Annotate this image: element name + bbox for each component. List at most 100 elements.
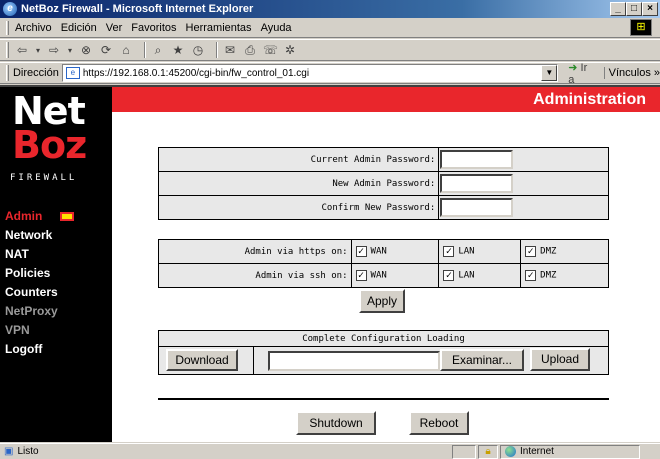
form-cell: ✓ LAN: [438, 263, 522, 288]
current-password-field[interactable]: [440, 150, 514, 169]
back-icon[interactable]: ⇦: [15, 43, 29, 57]
current-password-label: Current Admin Password:: [157, 147, 440, 172]
form-cell: [438, 147, 609, 172]
sidebar-item-vpn: VPN: [4, 321, 110, 340]
sidebar-item-label: VPN: [5, 323, 30, 337]
zone-label: LAN: [458, 270, 475, 281]
favorites-icon[interactable]: ★: [171, 43, 185, 57]
minimize-button[interactable]: _: [610, 2, 626, 16]
sidebar-item-label: Admin: [5, 209, 43, 223]
config-file-input[interactable]: [268, 350, 440, 371]
sidebar-item-label: Policies: [5, 266, 51, 280]
sidebar-item-label: Counters: [5, 285, 58, 299]
sidebar-item-counters[interactable]: Counters: [4, 283, 110, 302]
standard-toolbar: ⇦ ▾ ⇨ ▾ ⊗ ⟳ ⌂ ⌕ ★ ◷ ✉ ⎙ ☏ ✲: [0, 39, 660, 61]
https-wan-checkbox[interactable]: ✓: [355, 246, 367, 257]
upload-button[interactable]: Upload: [530, 348, 590, 371]
password-form: Current Admin Password: New Admin Passwo…: [157, 147, 609, 220]
forward-dropdown-icon[interactable]: ▾: [67, 46, 73, 55]
address-bar: Dirección e https://192.168.0.1:45200/cg…: [0, 61, 660, 86]
history-icon[interactable]: ◷: [191, 43, 205, 57]
form-cell: [438, 171, 609, 196]
address-label: Dirección: [12, 67, 59, 79]
page-title: Administration: [533, 91, 646, 108]
menu-ver[interactable]: Ver: [106, 22, 123, 34]
netboz-logo: Net Boz FIREWALL: [8, 89, 108, 193]
reboot-button[interactable]: Reboot: [409, 411, 469, 435]
security-zone: Internet: [500, 444, 640, 459]
confirm-password-field[interactable]: [440, 198, 514, 217]
sidebar: Net Boz FIREWALL Admin Network NAT Polic…: [0, 87, 112, 442]
menu-archivo[interactable]: Archivo: [15, 22, 52, 34]
toolbar-grip[interactable]: [6, 42, 9, 58]
new-password-label: New Admin Password:: [157, 171, 440, 196]
ssh-access-label: Admin via ssh on:: [158, 263, 352, 288]
form-cell: ✓ WAN: [350, 263, 440, 288]
toolbar-separator: [144, 42, 146, 58]
links-toolbar[interactable]: Vínculos »: [603, 67, 660, 79]
menu-edicion[interactable]: Edición: [61, 22, 97, 34]
status-bar: ▣ Listo 🔒︎ Internet: [0, 443, 660, 459]
confirm-password-label: Confirm New Password:: [157, 195, 440, 220]
page-icon: e: [65, 67, 80, 79]
stop-icon[interactable]: ⊗: [79, 43, 93, 57]
ie-logo-icon: e: [3, 2, 17, 16]
menu-ayuda[interactable]: Ayuda: [261, 22, 292, 34]
window-title: NetBoz Firewall - Microsoft Internet Exp…: [21, 3, 254, 15]
form-cell: [438, 195, 609, 220]
apply-button[interactable]: Apply: [359, 289, 405, 313]
toolbar-grip[interactable]: [6, 20, 9, 35]
sidebar-item-netproxy: NetProxy: [4, 302, 110, 321]
print-icon[interactable]: ⎙: [243, 43, 257, 58]
messenger-icon[interactable]: ✲: [283, 43, 297, 57]
sidebar-item-admin[interactable]: Admin: [4, 207, 110, 226]
toolbar-grip[interactable]: [6, 65, 9, 81]
search-icon[interactable]: ⌕: [151, 43, 165, 58]
ssh-wan-checkbox[interactable]: ✓: [355, 270, 367, 281]
menu-favoritos[interactable]: Favoritos: [131, 22, 176, 34]
sidebar-item-label: NetProxy: [5, 304, 58, 318]
logo-text-bottom: Boz: [12, 123, 87, 167]
address-input[interactable]: e https://192.168.0.1:45200/cgi-bin/fw_c…: [61, 64, 559, 82]
discuss-icon[interactable]: ☏: [263, 43, 278, 57]
https-dmz-checkbox[interactable]: ✓: [525, 246, 537, 257]
go-button[interactable]: ➜ Ir a: [568, 61, 595, 86]
zone-label: Internet: [520, 446, 554, 457]
table-row: Complete Configuration Loading: [158, 330, 609, 347]
sidebar-nav: Admin Network NAT Policies Counters NetP…: [4, 207, 110, 359]
address-dropdown-icon[interactable]: ▼: [541, 65, 558, 81]
window-controls: _ □ ×: [610, 2, 658, 16]
logo-tagline: FIREWALL: [10, 173, 78, 183]
close-button[interactable]: ×: [642, 2, 658, 16]
status-text: Listo: [17, 446, 39, 457]
shutdown-button[interactable]: Shutdown: [296, 411, 376, 435]
maximize-button[interactable]: □: [626, 2, 642, 16]
home-icon[interactable]: ⌂: [119, 43, 133, 57]
sidebar-item-policies[interactable]: Policies: [4, 264, 110, 283]
toolbar-separator: [216, 42, 218, 58]
menu-bar: Archivo Edición Ver Favoritos Herramient…: [0, 18, 660, 38]
back-dropdown-icon[interactable]: ▾: [35, 46, 41, 55]
mail-icon[interactable]: ✉: [223, 43, 237, 57]
table-row: New Admin Password:: [157, 171, 609, 196]
sidebar-item-network[interactable]: Network: [4, 226, 110, 245]
address-url: https://192.168.0.1:45200/cgi-bin/fw_con…: [82, 67, 310, 79]
forward-icon[interactable]: ⇨: [47, 43, 61, 57]
refresh-icon[interactable]: ⟳: [99, 43, 113, 57]
zone-label: LAN: [458, 246, 475, 257]
https-lan-checkbox[interactable]: ✓: [443, 246, 455, 257]
window-titlebar[interactable]: e NetBoz Firewall - Microsoft Internet E…: [0, 0, 660, 18]
ssh-lan-checkbox[interactable]: ✓: [443, 270, 455, 281]
browse-button[interactable]: Examinar...: [440, 349, 524, 371]
status-cell: [452, 444, 476, 459]
page-done-icon: ▣: [4, 446, 14, 457]
sidebar-item-nat[interactable]: NAT: [4, 245, 110, 264]
ssh-dmz-checkbox[interactable]: ✓: [525, 270, 537, 281]
sidebar-item-logoff[interactable]: Logoff: [4, 340, 110, 359]
menu-herramientas[interactable]: Herramientas: [186, 22, 252, 34]
new-password-field[interactable]: [440, 174, 514, 193]
download-button[interactable]: Download: [166, 349, 238, 371]
zone-label: WAN: [370, 246, 387, 257]
lock-icon: 🔒︎: [478, 444, 498, 459]
table-row: Confirm New Password:: [157, 195, 609, 220]
